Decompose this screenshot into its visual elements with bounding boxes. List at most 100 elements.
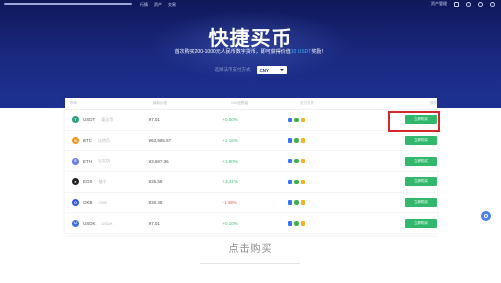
bank-icon [300,117,306,123]
coin-icon: T [72,116,79,124]
coin-icon: U [72,219,79,227]
currency-row: 选择法币支付方式 CNY [0,66,501,74]
coin-name: 泰达币 [101,116,114,122]
action-cell: 立即购买 [378,198,437,208]
payment-methods [287,138,379,143]
wechat-icon [294,158,299,164]
header-coin: 币种 [70,101,77,105]
user-icon[interactable] [478,1,483,7]
page: 行情 资产 交易 资产管理 快捷买币 首次购买200-1000元人民币数字货币，… [0,0,501,283]
coin-symbol: USDT [83,117,96,123]
coin-cell: T USDT 泰达币 [72,116,149,124]
wechat-icon [294,221,299,226]
nav-links: 行情 资产 交易 [140,2,176,7]
coin-name: 以太坊 [98,158,110,164]
table-row: e EOS 柚子 ¥26.58 +3.41% 立即购买 [65,172,437,193]
bank-icon [300,200,306,205]
coin-cell: e EOS 柚子 [72,178,149,186]
nav-link-trade[interactable]: 交易 [168,2,176,7]
card-icon [287,117,293,123]
caption-divider [200,263,300,264]
hero-banner: 行情 资产 交易 资产管理 快捷买币 首次购买200-1000元人民币数字货币，… [0,0,501,108]
price-cell: ¥26.58 [148,179,163,185]
price-cell: ¥30.45 [148,200,163,206]
coin-name: 比特币 [98,137,110,143]
caption: 点击购买 [228,244,273,255]
nav-right: 资产管理 [431,1,495,7]
wechat-icon [294,179,299,185]
buy-now-button[interactable]: 立即购买 [405,156,437,166]
chevron-down-icon [279,69,284,71]
header-action: 操作 [430,101,437,105]
header-payment: 支付方式 [300,101,314,105]
coin-table: 币种 最新价格 24H涨跌幅 支付方式 操作 T USDT 泰达币 ¥7.01 … [65,98,437,235]
promo-subtitle: 首次购买200-1000元人民币数字货币，即可获得价值10 USDT奖励！ [0,48,501,55]
page-title: 快捷买币 [208,28,293,50]
table-row: U USDK USDK ¥7.01 +0.10% 立即购买 [65,213,437,235]
change-cell: -1.48% [222,200,237,206]
currency-label: 选择法币支付方式 [214,67,251,72]
bell-icon[interactable] [466,1,471,7]
coin-icon: E [72,157,79,165]
currency-select[interactable]: CNY [256,66,287,74]
action-cell: 立即购买 [378,218,437,228]
change-cell: +3.41% [222,179,238,185]
download-icon[interactable] [454,1,459,7]
table-row: O OKB OKB ¥30.45 -1.48% 立即购买 [65,193,437,214]
coin-name: OKB [98,200,107,206]
logo[interactable] [4,3,132,5]
coin-symbol: ETH [83,158,92,164]
promo-suffix: 奖励！ [311,49,327,55]
buy-now-button[interactable]: 立即购买 [405,218,437,228]
account-menu[interactable]: 资产管理 [431,1,447,7]
card-icon [287,221,293,226]
change-cell: +2.16% [222,138,238,144]
change-cell: +0.10% [222,220,238,226]
payment-methods [287,117,379,123]
promo-text: 首次购买200-1000元人民币数字货币，即可获得价值 [174,49,291,55]
action-cell: 立即购买 [378,136,437,146]
coin-icon: B [72,137,79,145]
coin-icon: e [72,178,79,186]
price-cell: ¥7.01 [148,220,160,226]
promo-highlight[interactable]: 10 USDT [291,49,312,55]
currency-value: CNY [259,67,270,73]
header-price: 最新价格 [153,101,167,105]
price-cell: ¥3,687.36 [148,158,169,164]
table-row: E ETH 以太坊 ¥3,687.36 +1.90% 立即购买 [65,151,437,173]
bank-icon [300,158,306,164]
bank-icon [300,179,306,185]
coin-symbol: EOS [83,179,93,185]
wechat-icon [294,117,299,123]
coin-symbol: BTC [83,138,92,144]
payment-methods [287,200,379,205]
buy-now-button[interactable]: 立即购买 [405,177,437,187]
nav-link-assets[interactable]: 资产 [154,2,162,7]
payment-methods [287,158,379,164]
buy-now-button[interactable]: 立即购买 [405,136,437,146]
coin-symbol: USDK [83,220,96,226]
support-button[interactable] [481,211,491,221]
card-icon [287,138,293,143]
price-cell: ¥63,985.57 [148,138,172,144]
coin-name: USDK [101,220,113,226]
table-header: 币种 最新价格 24H涨跌幅 支付方式 操作 [65,98,437,110]
wechat-icon [294,200,299,205]
nav-link-market[interactable]: 行情 [140,2,148,7]
table-body: T USDT 泰达币 ¥7.01 +0.00% 立即购买 B BTC 比特币 ¥… [65,110,437,235]
price-cell: ¥7.01 [148,117,160,123]
action-cell: 立即购买 [378,177,437,187]
bank-icon [300,221,306,226]
coin-icon: O [72,199,79,207]
change-cell: +0.00% [222,117,238,123]
payment-methods [287,221,379,226]
header-change: 24H涨跌幅 [231,101,248,105]
top-navbar: 行情 资产 交易 资产管理 [0,0,501,10]
coin-cell: B BTC 比特币 [72,137,149,145]
coin-cell: U USDK USDK [72,219,149,227]
buy-now-button[interactable]: 立即购买 [405,198,437,208]
highlight-box [388,111,440,132]
card-icon [287,158,293,164]
coin-symbol: OKB [83,200,93,206]
globe-icon[interactable] [490,1,495,7]
